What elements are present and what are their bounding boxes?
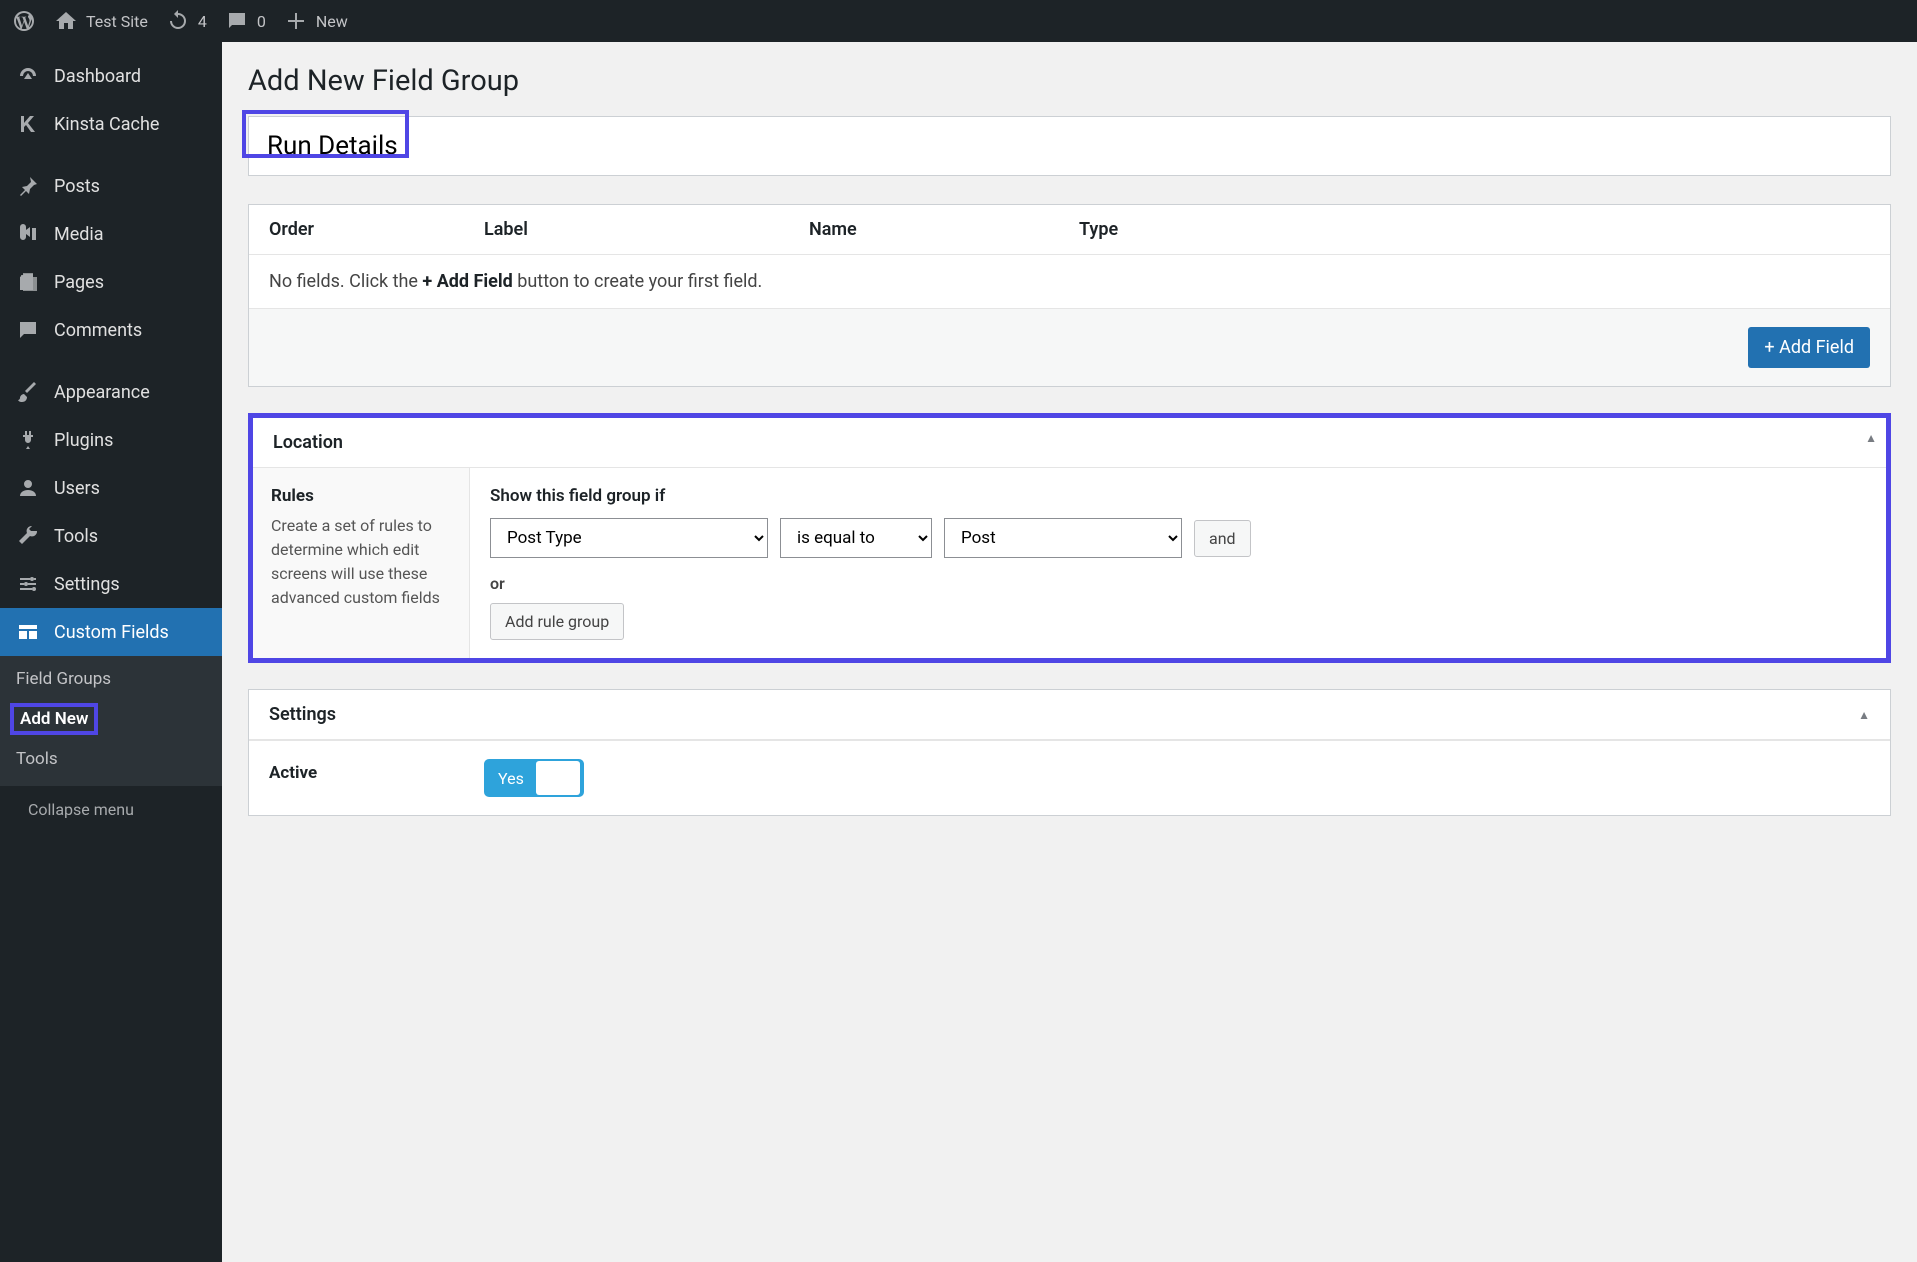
brush-icon	[16, 380, 40, 404]
sidebar-item-users[interactable]: Users	[0, 464, 222, 512]
sidebar-item-plugins[interactable]: Plugins	[0, 416, 222, 464]
comment-icon	[225, 9, 249, 33]
location-header: Location	[253, 418, 1886, 468]
admin-toolbar: Test Site 4 0 New	[0, 0, 1917, 42]
sidebar-label: Tools	[54, 526, 98, 547]
home-icon	[54, 9, 78, 33]
active-control: Yes	[464, 741, 1890, 815]
toggle-knob	[536, 761, 580, 795]
sidebar-sub-add-new[interactable]: Add New	[16, 696, 222, 742]
chevron-up-icon[interactable]: ▲	[1865, 431, 1877, 445]
pin-icon	[16, 174, 40, 198]
active-toggle[interactable]: Yes	[484, 759, 584, 797]
updates-count: 4	[198, 12, 207, 31]
sidebar-label: Posts	[54, 176, 100, 197]
media-icon	[16, 222, 40, 246]
add-rule-group-button[interactable]: Add rule group	[490, 603, 624, 640]
new-label: New	[316, 12, 348, 31]
kinsta-icon	[16, 112, 40, 136]
sidebar-item-comments[interactable]: Comments	[0, 306, 222, 354]
settings-postbox: Settings ▲ Active Yes	[248, 689, 1891, 816]
toggle-label: Yes	[498, 769, 534, 788]
sidebar-item-media[interactable]: Media	[0, 210, 222, 258]
sidebar-label: Kinsta Cache	[54, 114, 159, 135]
plug-icon	[16, 428, 40, 452]
plus-icon	[284, 9, 308, 33]
sidebar-label: Media	[54, 224, 104, 245]
sidebar-label: Plugins	[54, 430, 113, 451]
dashboard-icon	[16, 64, 40, 88]
sidebar-sub-tools[interactable]: Tools	[16, 742, 222, 776]
col-label: Label	[484, 219, 809, 240]
rule-row: Post Type is equal to Post and	[490, 518, 1866, 558]
sidebar-item-posts[interactable]: Posts	[0, 162, 222, 210]
sidebar-label: Appearance	[54, 382, 150, 403]
settings-header[interactable]: Settings ▲	[249, 690, 1890, 740]
rule-value-select[interactable]: Post	[944, 518, 1182, 558]
chevron-up-icon: ▲	[1858, 708, 1870, 722]
new-content-link[interactable]: New	[284, 9, 348, 33]
no-fields-message: No fields. Click the + Add Field button …	[249, 254, 1890, 308]
comments-link[interactable]: 0	[225, 9, 266, 33]
and-rule-button[interactable]: and	[1194, 520, 1251, 557]
sidebar-label: Settings	[54, 574, 120, 595]
active-label: Active	[249, 741, 464, 815]
sidebar-label: Comments	[54, 320, 142, 341]
main-content: Add New Field Group Run Details Order La…	[222, 42, 1917, 1262]
sidebar-label: Dashboard	[54, 66, 141, 87]
fields-postbox: Order Label Name Type No fields. Click t…	[248, 204, 1891, 387]
comments-count: 0	[257, 12, 266, 31]
rules-desc: Create a set of rules to determine which…	[271, 514, 451, 610]
sidebar-submenu: Field Groups Add New Tools	[0, 656, 222, 786]
location-rules-editor: Show this field group if Post Type is eq…	[470, 468, 1886, 658]
sidebar-label: Pages	[54, 272, 104, 293]
rule-param-select[interactable]: Post Type	[490, 518, 768, 558]
site-home[interactable]: Test Site	[54, 9, 148, 33]
sidebar-label: Custom Fields	[54, 622, 169, 643]
sidebar-sub-field-groups[interactable]: Field Groups	[16, 662, 222, 696]
site-name: Test Site	[86, 12, 148, 31]
col-name: Name	[809, 219, 1079, 240]
sidebar-label: Users	[54, 478, 100, 499]
custom-fields-icon	[16, 620, 40, 644]
highlight-add-new: Add New	[10, 703, 98, 735]
rule-operator-select[interactable]: is equal to	[780, 518, 932, 558]
fields-footer: + Add Field	[249, 308, 1890, 386]
user-icon	[16, 476, 40, 500]
sidebar-item-custom-fields[interactable]: Custom Fields	[0, 608, 222, 656]
add-field-button[interactable]: + Add Field	[1748, 327, 1870, 368]
sidebar-item-kinsta[interactable]: Kinsta Cache	[0, 100, 222, 148]
collapse-label: Collapse menu	[28, 800, 134, 819]
wordpress-icon	[12, 9, 36, 33]
comment-icon	[16, 318, 40, 342]
sliders-icon	[16, 572, 40, 596]
or-label: or	[490, 574, 1866, 593]
settings-active-row: Active Yes	[249, 740, 1890, 815]
settings-title: Settings	[269, 704, 336, 725]
col-order: Order	[269, 219, 484, 240]
show-if-label: Show this field group if	[490, 486, 1866, 506]
group-title-input[interactable]	[248, 116, 1891, 176]
page-title: Add New Field Group	[248, 64, 1891, 98]
location-body: Rules Create a set of rules to determine…	[253, 468, 1886, 658]
updates-link[interactable]: 4	[166, 9, 207, 33]
title-input-wrap: Run Details	[248, 116, 1891, 176]
wrench-icon	[16, 524, 40, 548]
col-type: Type	[1079, 219, 1870, 240]
rules-title: Rules	[271, 486, 451, 506]
sidebar-item-dashboard[interactable]: Dashboard	[0, 52, 222, 100]
sidebar-item-appearance[interactable]: Appearance	[0, 368, 222, 416]
location-rules-column: Rules Create a set of rules to determine…	[253, 468, 470, 658]
wp-logo[interactable]	[12, 9, 36, 33]
sidebar-item-pages[interactable]: Pages	[0, 258, 222, 306]
location-postbox: Location Rules Create a set of rules to …	[248, 413, 1891, 663]
sidebar-item-settings[interactable]: Settings	[0, 560, 222, 608]
refresh-icon	[166, 9, 190, 33]
sidebar-item-tools[interactable]: Tools	[0, 512, 222, 560]
location-postbox-row: Location Rules Create a set of rules to …	[248, 413, 1891, 663]
fields-header-row: Order Label Name Type	[249, 205, 1890, 254]
pages-icon	[16, 270, 40, 294]
admin-sidebar: Dashboard Kinsta Cache Posts Media Pages…	[0, 42, 222, 1262]
collapse-menu-button[interactable]: Collapse menu	[0, 786, 222, 833]
